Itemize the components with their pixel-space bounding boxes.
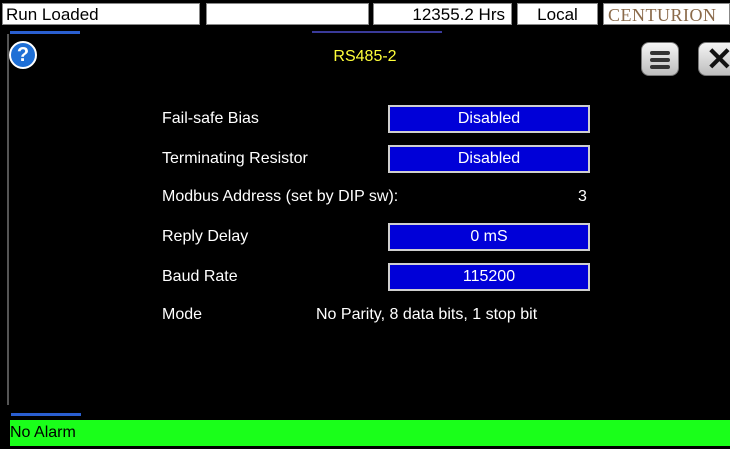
terminating-resistor-label: Terminating Resistor: [162, 150, 308, 167]
settings-panel: [7, 34, 730, 405]
run-status: Run Loaded: [2, 3, 200, 25]
failsafe-bias-label: Fail-safe Bias: [162, 110, 259, 127]
modbus-address-label: Modbus Address (set by DIP sw):: [162, 188, 399, 205]
control-mode[interactable]: Local: [517, 3, 598, 25]
mode-value: No Parity, 8 data bits, 1 stop bit: [316, 306, 538, 323]
baud-rate-label: Baud Rate: [162, 268, 238, 285]
failsafe-bias-button[interactable]: Disabled: [388, 105, 590, 133]
alarm-status-bar[interactable]: No Alarm: [10, 420, 730, 446]
menu-button[interactable]: [641, 42, 679, 76]
alarm-tab-indicator: [11, 413, 81, 416]
terminating-resistor-button[interactable]: Disabled: [388, 145, 590, 173]
run-hours: 12355.2 Hrs: [373, 3, 512, 25]
modbus-address-value: 3: [578, 188, 587, 205]
brand-logo: CENTURION: [603, 3, 730, 25]
status-blank-field: [206, 3, 369, 25]
reply-delay-button[interactable]: 0 mS: [388, 223, 590, 251]
reply-delay-label: Reply Delay: [162, 228, 249, 245]
mode-label: Mode: [162, 306, 203, 323]
page-title: RS485-2: [333, 48, 397, 65]
close-button[interactable]: ✕: [698, 42, 730, 76]
tab-indicator-center: [312, 31, 442, 33]
baud-rate-button[interactable]: 115200: [388, 263, 590, 291]
top-status-bar: Run Loaded 12355.2 Hrs Local CENTURION: [0, 0, 730, 29]
